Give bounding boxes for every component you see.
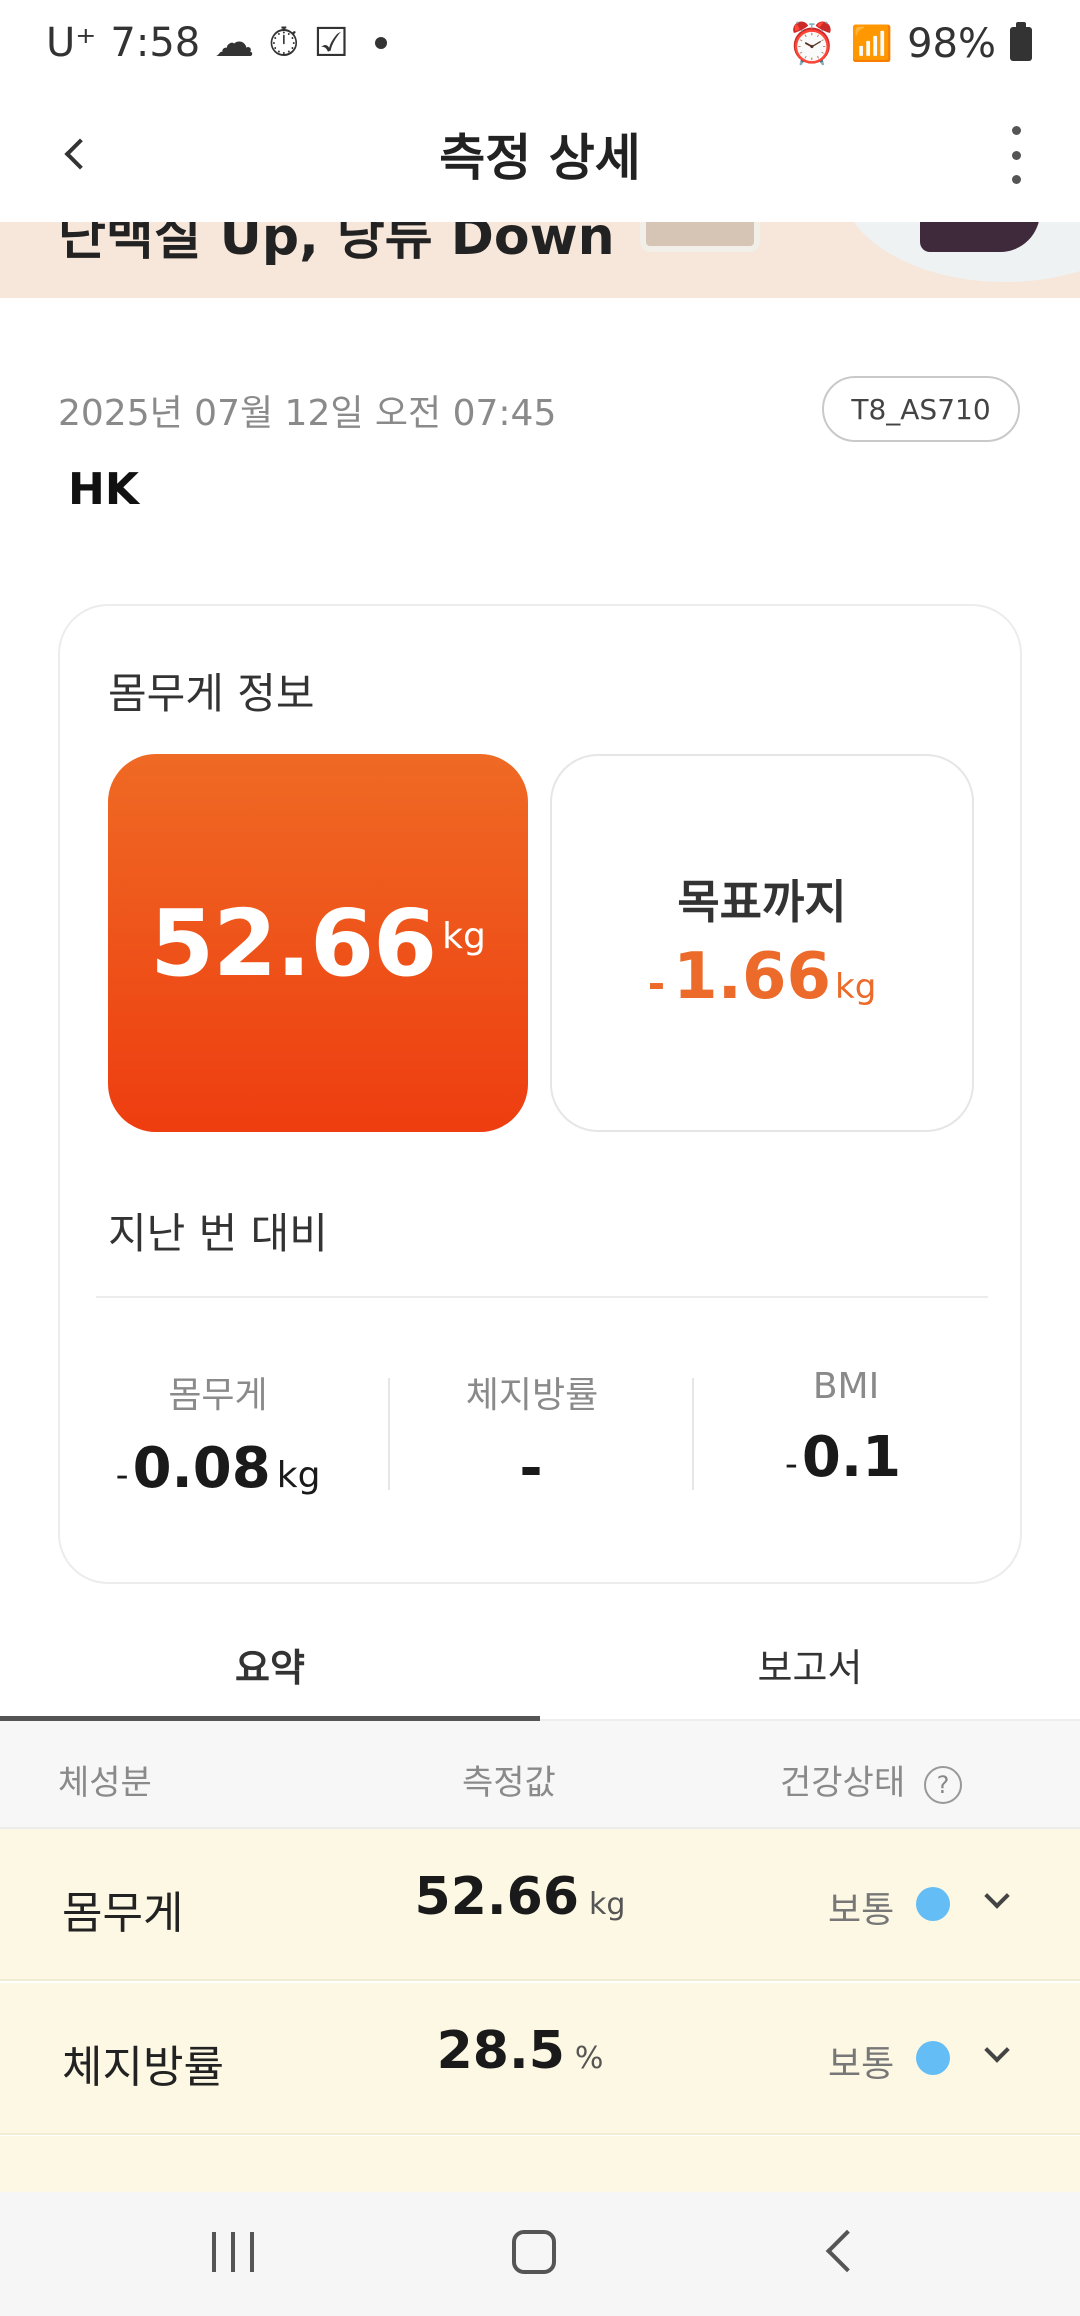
weight-info-card: 몸무게 정보 52.66 kg 목표까지 - 1.66 kg 지난 번 대비 몸… <box>58 604 1022 1584</box>
battery-icon <box>1010 21 1032 61</box>
table-row[interactable]: 체지방률 28.5 % 보통 <box>0 1983 1080 2135</box>
stat-sign: - <box>115 1455 129 1496</box>
banner-text: 단백질 Up, 당류 Down <box>58 222 615 267</box>
wifi-icon: 📶 <box>850 23 894 64</box>
status-bar-right: ⏰ 📶 98% <box>787 20 1032 67</box>
current-weight-box: 52.66 kg <box>108 754 528 1132</box>
divider <box>96 1296 988 1298</box>
row-value-number: 52.66 <box>414 1867 580 1927</box>
goal-label: 목표까지 <box>677 875 847 929</box>
page: U⁺ 7:58 ☁ ⏱ ☑ ⏰ 📶 98% 측정 상세 단백질 Up, 당류 D… <box>0 0 1080 2316</box>
recent-apps-icon <box>212 2232 216 2272</box>
card-title: 몸무게 정보 <box>108 669 315 718</box>
recent-apps-icon <box>250 2232 254 2272</box>
stat-sign: - <box>784 1444 798 1485</box>
tab-bar: 요약 보고서 <box>0 1610 1080 1718</box>
checkbox-icon: ☑ <box>313 20 350 66</box>
stat-value: 0.1 <box>801 1425 902 1490</box>
more-dot-icon <box>1011 126 1021 135</box>
help-icon[interactable]: ? <box>923 1765 962 1804</box>
tab-report[interactable]: 보고서 <box>540 1610 1080 1718</box>
header-measured-value: 측정값 <box>462 1763 556 1803</box>
stat-label: 체지방률 <box>465 1375 599 1416</box>
stat-divider <box>692 1378 694 1490</box>
stat-value-row: - <box>382 1436 682 1501</box>
clock: 7:58 <box>110 20 201 66</box>
table-header: 체성분 측정값 건강상태 ? <box>0 1721 1080 1829</box>
status-bar: U⁺ 7:58 ☁ ⏱ ☑ ⏰ 📶 98% <box>0 0 1080 90</box>
stat-value: 0.08 <box>132 1436 271 1501</box>
stat-bmi: BMI - 0.1 <box>696 1366 996 1490</box>
notification-dot-icon <box>375 37 388 49</box>
tab-summary[interactable]: 요약 <box>0 1610 540 1718</box>
goal-sign: - <box>647 959 666 1008</box>
banner-food-image <box>640 222 760 252</box>
row-value-unit: % <box>574 2041 604 2076</box>
comparison-title: 지난 번 대비 <box>108 1209 328 1258</box>
home-button[interactable] <box>512 2230 556 2274</box>
recent-apps-button[interactable] <box>212 2232 254 2272</box>
goal-value: 1.66 <box>673 940 832 1014</box>
status-bar-left: U⁺ 7:58 ☁ ⏱ ☑ <box>46 20 388 66</box>
stat-unit: kg <box>276 1455 321 1496</box>
row-value: 52.66 kg <box>330 1867 710 1927</box>
system-back-button[interactable] <box>825 2229 869 2273</box>
row-component-name: 몸무게 <box>62 1888 184 1939</box>
chevron-down-icon[interactable] <box>984 1883 1010 1909</box>
more-dot-icon <box>1011 175 1021 184</box>
stat-body-fat: 체지방률 - <box>382 1366 682 1501</box>
stat-label: 몸무게 <box>168 1375 268 1416</box>
page-title: 측정 상세 <box>439 129 641 187</box>
status-dot-icon <box>916 1887 950 1921</box>
row-value-unit: kg <box>589 1887 626 1922</box>
device-tag: T8_AS710 <box>822 376 1020 442</box>
header-health-status-label: 건강상태 <box>780 1763 906 1803</box>
comparison-stats: 몸무게 - 0.08 kg 체지방률 - BMI - 0.1 <box>60 1366 1020 1501</box>
stat-value-row: - 0.08 kg <box>68 1436 368 1501</box>
stat-weight: 몸무게 - 0.08 kg <box>68 1366 368 1501</box>
row-component-name: 체지방률 <box>62 2042 224 2093</box>
measurement-date: 2025년 07월 12일 오전 07:45 <box>58 393 557 434</box>
goal-box: 목표까지 - 1.66 kg <box>550 754 974 1132</box>
carrier-label: U⁺ <box>46 20 97 66</box>
stat-value: - <box>519 1436 543 1501</box>
user-name: HK <box>68 464 139 515</box>
promo-banner[interactable]: 단백질 Up, 당류 Down <box>0 222 1080 298</box>
table-row-partial <box>0 2136 1080 2192</box>
recent-apps-icon <box>231 2232 235 2272</box>
timer-icon: ⏱ <box>268 20 300 66</box>
header-component: 체성분 <box>58 1763 152 1803</box>
row-value: 28.5 % <box>330 2021 710 2081</box>
more-options-button[interactable] <box>996 120 1036 190</box>
stat-label: BMI <box>812 1366 880 1407</box>
chevron-down-icon[interactable] <box>984 2037 1010 2063</box>
goal-unit: kg <box>835 967 877 1007</box>
header-health-status: 건강상태 ? <box>780 1755 962 1804</box>
status-dot-icon <box>916 2041 950 2075</box>
current-weight-unit: kg <box>442 915 486 957</box>
goal-value-row: - 1.66 kg <box>552 940 972 1014</box>
current-weight-value: 52.66 <box>150 889 437 997</box>
row-status-label: 보통 <box>828 2044 895 2085</box>
row-value-number: 28.5 <box>436 2021 565 2081</box>
row-status-label: 보통 <box>828 1890 895 1931</box>
app-bar: 측정 상세 <box>0 90 1080 222</box>
stat-divider <box>388 1378 390 1490</box>
alarm-icon: ⏰ <box>786 21 837 67</box>
battery-percent: 98% <box>907 20 996 67</box>
cloud-icon: ☁ <box>214 20 255 66</box>
system-nav-bar <box>0 2192 1080 2316</box>
stat-value-row: - 0.1 <box>696 1425 996 1490</box>
more-dot-icon <box>1011 150 1021 160</box>
table-row[interactable]: 몸무게 52.66 kg 보통 <box>0 1829 1080 1981</box>
